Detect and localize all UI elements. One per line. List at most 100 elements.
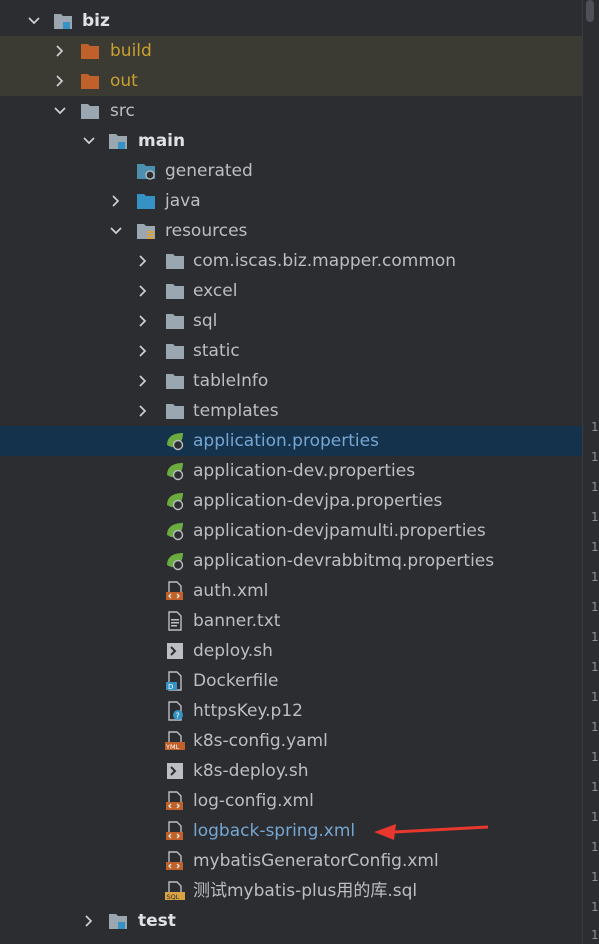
tree-row-25[interactable]: k8s-deploy.sh: [0, 756, 582, 786]
tree-row-20[interactable]: banner.txt: [0, 606, 582, 636]
tree-label: main: [138, 131, 186, 151]
folder-icon: [166, 314, 184, 329]
gutter-mark: 1: [591, 480, 599, 494]
tree-label: build: [110, 41, 152, 61]
module-folder-icon: [109, 134, 127, 149]
tree-row-23[interactable]: ? httpsKey.p12: [0, 696, 582, 726]
tree-row-11[interactable]: static: [0, 336, 582, 366]
chevron-right-icon[interactable]: [135, 313, 151, 329]
folder-icon: [81, 104, 99, 119]
tree-label: out: [110, 71, 138, 91]
resources-folder-icon: [137, 224, 155, 239]
tree-row-22[interactable]: D Dockerfile: [0, 666, 582, 696]
module-folder-icon: [54, 14, 72, 29]
xml-file-icon: [166, 581, 183, 600]
gutter-mark: 1: [591, 540, 599, 554]
chevron-right-icon[interactable]: [135, 343, 151, 359]
tree-label: application-devjpamulti.properties: [193, 521, 486, 541]
svg-text:YML: YML: [165, 743, 180, 751]
tree-row-28[interactable]: mybatisGeneratorConfig.xml: [0, 846, 582, 876]
chevron-right-icon[interactable]: [135, 403, 151, 419]
tree-row-13[interactable]: templates: [0, 396, 582, 426]
tree-row-30[interactable]: test: [0, 906, 582, 936]
tree-row-10[interactable]: sql: [0, 306, 582, 336]
chevron-right-icon[interactable]: [135, 283, 151, 299]
tree-label: java: [165, 191, 201, 211]
tree-label: application.properties: [193, 431, 379, 451]
chevron-right-icon[interactable]: [135, 373, 151, 389]
chevron-right-icon[interactable]: [135, 253, 151, 269]
tree-row-12[interactable]: tableInfo: [0, 366, 582, 396]
tree-label: httpsKey.p12: [193, 701, 303, 721]
tree-label: resources: [165, 221, 248, 241]
vertical-scrollbar[interactable]: [582, 0, 599, 944]
tree-row-18[interactable]: application-devrabbitmq.properties: [0, 546, 582, 576]
sql-file-icon: SQL: [165, 881, 185, 901]
gutter-mark: 1: [591, 780, 599, 794]
chevron-down-icon[interactable]: [26, 13, 42, 29]
tree-label: static: [193, 341, 240, 361]
generated-folder-icon: [137, 164, 155, 180]
folder-icon: [166, 374, 184, 389]
tree-row-6[interactable]: java: [0, 186, 582, 216]
folder-icon: [166, 404, 184, 419]
tree-row-15[interactable]: application-dev.properties: [0, 456, 582, 486]
tree-label: src: [110, 101, 135, 121]
spring-properties-icon: [167, 463, 184, 481]
chevron-right-icon[interactable]: [108, 193, 124, 209]
tree-row-17[interactable]: application-devjpamulti.properties: [0, 516, 582, 546]
svg-text:SQL: SQL: [167, 893, 180, 901]
chevron-down-icon[interactable]: [108, 223, 124, 239]
tree-label: application-dev.properties: [193, 461, 416, 481]
tree-label: test: [138, 911, 176, 931]
tree-label: generated: [165, 161, 253, 181]
shell-file-icon: [167, 643, 183, 659]
tree-row-19[interactable]: auth.xml: [0, 576, 582, 606]
tree-label: Dockerfile: [193, 671, 279, 691]
tree-row-9[interactable]: excel: [0, 276, 582, 306]
folder-icon: [166, 254, 184, 269]
tree-row-14[interactable]: application.properties: [0, 426, 582, 456]
tree-row-5[interactable]: generated: [0, 156, 582, 186]
tree-row-0[interactable]: biz: [0, 6, 582, 36]
tree-row-2[interactable]: out: [0, 66, 582, 96]
svg-text:?: ?: [176, 712, 180, 721]
xml-file-icon: [166, 791, 183, 810]
tree-label: sql: [193, 311, 218, 331]
excluded-folder-icon: [81, 74, 99, 89]
gutter-mark: 1: [591, 570, 599, 584]
gutter-mark: 1: [591, 420, 599, 434]
tree-label: tableInfo: [193, 371, 269, 391]
folder-icon: [166, 344, 184, 359]
tree-row-4[interactable]: main: [0, 126, 582, 156]
tree-row-27[interactable]: logback-spring.xml: [0, 816, 582, 846]
tree-label: k8s-deploy.sh: [193, 761, 309, 781]
tree-row-24[interactable]: YML k8s-config.yaml: [0, 726, 582, 756]
tree-row-21[interactable]: deploy.sh: [0, 636, 582, 666]
svg-text:D: D: [168, 683, 173, 691]
chevron-right-icon[interactable]: [81, 913, 97, 929]
chevron-down-icon[interactable]: [52, 103, 68, 119]
gutter-mark: 1: [591, 900, 599, 914]
tree-row-7[interactable]: resources: [0, 216, 582, 246]
scrollbar-thumb[interactable]: [586, 0, 594, 22]
tree-label: banner.txt: [193, 611, 281, 631]
xml-file-icon: [166, 821, 183, 840]
tree-row-8[interactable]: com.iscas.biz.mapper.common: [0, 246, 582, 276]
spring-properties-icon: [167, 433, 184, 451]
spring-properties-icon: [167, 493, 184, 511]
tree-row-3[interactable]: src: [0, 96, 582, 126]
unknown-file-icon: ?: [168, 701, 183, 721]
tree-label: logback-spring.xml: [193, 821, 356, 841]
gutter-mark: 1: [591, 720, 599, 734]
chevron-right-icon[interactable]: [52, 73, 68, 89]
tree-row-16[interactable]: application-devjpa.properties: [0, 486, 582, 516]
chevron-right-icon[interactable]: [52, 43, 68, 59]
tree-label: biz: [82, 11, 110, 31]
chevron-down-icon[interactable]: [81, 133, 97, 149]
tree-row-26[interactable]: log-config.xml: [0, 786, 582, 816]
excluded-folder-icon: [81, 44, 99, 59]
red-arrow-annotation: [374, 824, 489, 840]
tree-row-29[interactable]: SQL 测试mybatis-plus用的库.sql: [0, 876, 582, 906]
tree-row-1[interactable]: build: [0, 36, 582, 66]
